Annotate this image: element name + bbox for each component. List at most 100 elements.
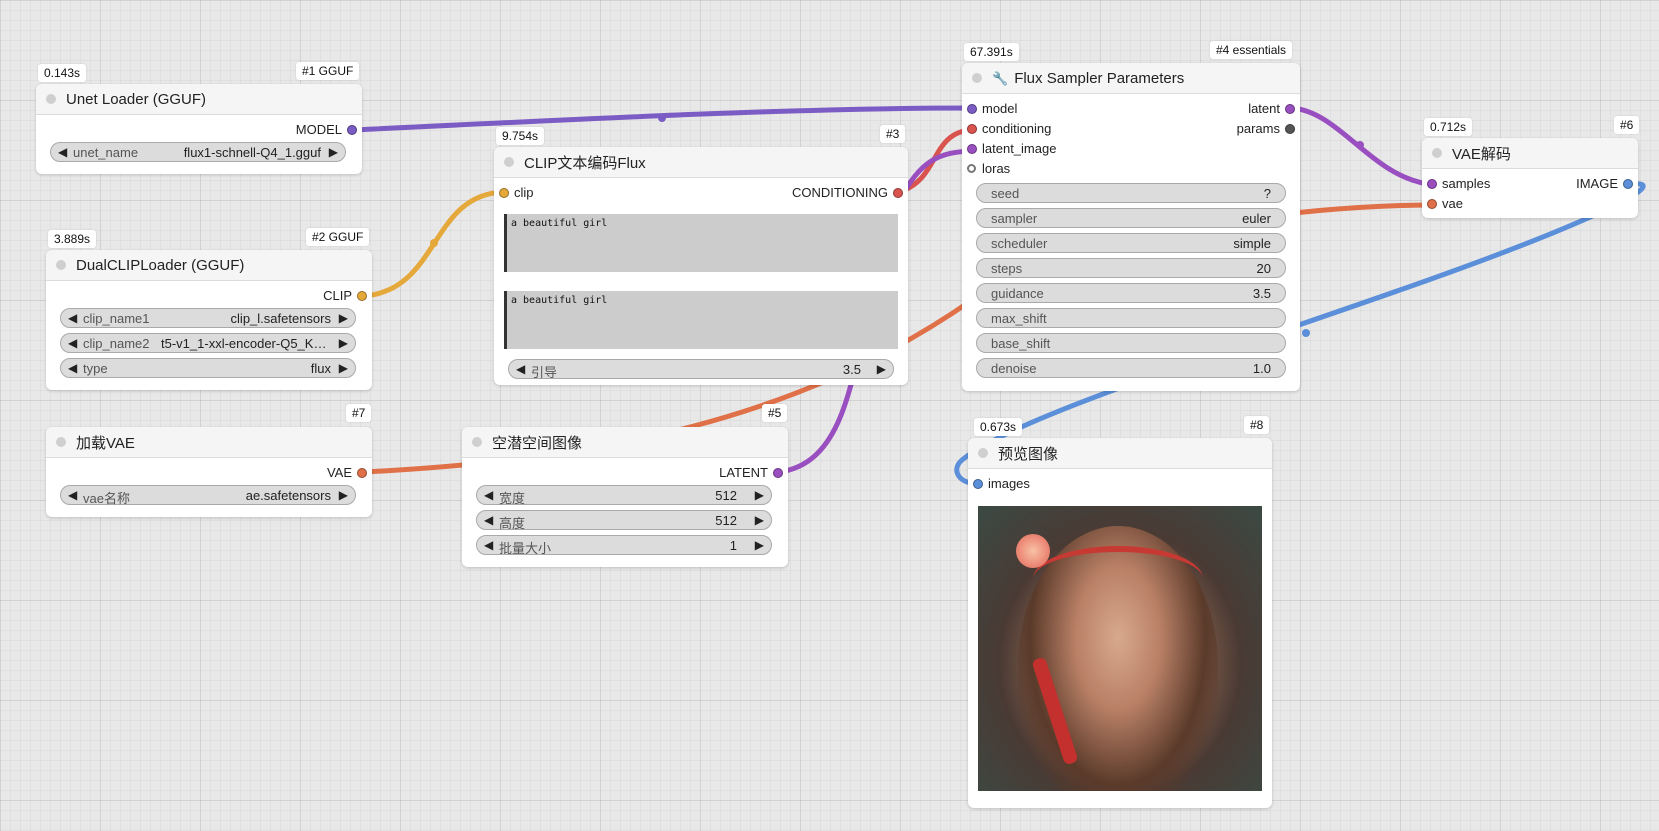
widget-label: type [83, 361, 108, 376]
decrement-arrow-icon[interactable]: ◀ [68, 336, 77, 350]
node-title: 加载VAE [76, 434, 135, 452]
widget-clip-name2[interactable]: ◀ clip_name2 t5-v1_1-xxl-encoder-Q5_K_..… [60, 333, 356, 353]
slot-row-vae[interactable]: vae [1422, 193, 1638, 213]
node-vae-loader[interactable]: 加载VAE VAE ◀ vae名称 ae.safetensors ▶ [46, 427, 372, 517]
generated-image-preview[interactable] [978, 506, 1262, 791]
output-slot-clip[interactable]: CLIP [46, 285, 372, 305]
widget-label: scheduler [991, 236, 1048, 251]
node-dualclip-time-badge: 3.889s [48, 230, 97, 248]
output-connector-clip[interactable] [357, 291, 367, 301]
output-slot-latent[interactable]: LATENT [462, 462, 788, 482]
widget-guidance[interactable]: guidance 3.5 [976, 283, 1286, 303]
widget-clip-name1[interactable]: ◀ clip_name1 clip_l.safetensors ▶ [60, 308, 356, 328]
slot-row-samples-image[interactable]: samples IMAGE [1422, 173, 1638, 193]
increment-arrow-icon[interactable]: ▶ [755, 513, 764, 527]
widget-guidance[interactable]: ◀ 引导 3.5 ▶ [508, 359, 894, 380]
slot-row-clip[interactable]: clip CONDITIONING [494, 182, 908, 202]
prompt-textarea-clip-l[interactable]: a beautiful girl [504, 214, 898, 272]
portrait-flower [1016, 534, 1050, 568]
widget-seed[interactable]: seed ? [976, 183, 1286, 203]
decrement-arrow-icon[interactable]: ◀ [68, 488, 77, 502]
node-title: 🔧 Flux Sampler Parameters [992, 70, 1184, 87]
increment-arrow-icon[interactable]: ▶ [339, 361, 348, 375]
increment-arrow-icon[interactable]: ▶ [339, 336, 348, 350]
output-slot-model[interactable]: MODEL [36, 119, 362, 139]
widget-steps[interactable]: steps 20 [976, 258, 1286, 278]
slot-row-model-latent[interactable]: model latent [962, 98, 1300, 118]
widget-value: 512 [715, 513, 737, 528]
widget-max-shift[interactable]: max_shift [976, 308, 1286, 328]
decrement-arrow-icon[interactable]: ◀ [58, 145, 67, 159]
node-header[interactable]: Unet Loader (GGUF) [36, 84, 362, 115]
increment-arrow-icon[interactable]: ▶ [329, 145, 338, 159]
input-connector-vae[interactable] [1427, 199, 1437, 209]
output-connector-params[interactable] [1285, 124, 1295, 134]
output-connector-image[interactable] [1623, 179, 1633, 189]
input-connector-latent-image[interactable] [967, 144, 977, 154]
output-slot-vae[interactable]: VAE [46, 462, 372, 482]
widget-scheduler[interactable]: scheduler simple [976, 233, 1286, 253]
slot-row-images[interactable]: images [968, 473, 1272, 493]
widget-label: sampler [991, 211, 1038, 226]
output-connector-latent[interactable] [1285, 104, 1295, 114]
widget-label: guidance [991, 286, 1044, 301]
input-connector-clip[interactable] [499, 188, 509, 198]
increment-arrow-icon[interactable]: ▶ [339, 311, 348, 325]
output-label: MODEL [295, 122, 342, 137]
prompt-textarea-t5xxl[interactable]: a beautiful girl [504, 291, 898, 349]
output-connector-conditioning[interactable] [893, 188, 903, 198]
widget-value: euler [1242, 211, 1271, 226]
decrement-arrow-icon[interactable]: ◀ [68, 311, 77, 325]
increment-arrow-icon[interactable]: ▶ [755, 538, 764, 552]
widget-height[interactable]: ◀ 高度 512 ▶ [476, 510, 772, 531]
node-sampler-time-badge: 67.391s [964, 43, 1019, 61]
increment-arrow-icon[interactable]: ▶ [755, 488, 764, 502]
widget-denoise[interactable]: denoise 1.0 [976, 358, 1286, 378]
wrench-icon: 🔧 [992, 70, 1009, 86]
decrement-arrow-icon[interactable]: ◀ [484, 513, 493, 527]
input-connector-conditioning[interactable] [967, 124, 977, 134]
decrement-arrow-icon[interactable]: ◀ [68, 361, 77, 375]
decrement-arrow-icon[interactable]: ◀ [516, 362, 525, 376]
input-label: images [988, 476, 1030, 491]
node-header[interactable]: 加载VAE [46, 427, 372, 458]
node-header[interactable]: VAE解码 [1422, 138, 1638, 169]
widget-width[interactable]: ◀ 宽度 512 ▶ [476, 485, 772, 506]
node-header[interactable]: DualCLIPLoader (GGUF) [46, 250, 372, 281]
output-connector-latent[interactable] [773, 468, 783, 478]
node-unet-loader[interactable]: Unet Loader (GGUF) MODEL ◀ unet_name flu… [36, 84, 362, 174]
node-vaedecode-id-badge: #6 [1614, 116, 1640, 134]
node-preview-image[interactable]: 预览图像 images [968, 438, 1272, 808]
decrement-arrow-icon[interactable]: ◀ [484, 538, 493, 552]
slot-row-loras[interactable]: loras [962, 158, 1300, 178]
output-connector-vae[interactable] [357, 468, 367, 478]
widget-base-shift[interactable]: base_shift [976, 333, 1286, 353]
widget-unet-name[interactable]: ◀ unet_name flux1-schnell-Q4_1.gguf ▶ [50, 142, 346, 162]
decrement-arrow-icon[interactable]: ◀ [484, 488, 493, 502]
widget-batch-size[interactable]: ◀ 批量大小 1 ▶ [476, 535, 772, 556]
node-empty-latent-image[interactable]: 空潜空间图像 LATENT ◀ 宽度 512 ▶ ◀ 高度 512 ▶ ◀ 批量… [462, 427, 788, 567]
node-header[interactable]: CLIP文本编码Flux [494, 147, 908, 178]
node-latent-id-badge: #5 [762, 404, 788, 422]
output-connector-model[interactable] [347, 125, 357, 135]
node-header[interactable]: 空潜空间图像 [462, 427, 788, 458]
input-connector-images[interactable] [973, 479, 983, 489]
node-header[interactable]: 预览图像 [968, 438, 1272, 469]
slot-row-conditioning-params[interactable]: conditioning params [962, 118, 1300, 138]
node-flux-sampler-parameters[interactable]: 🔧 Flux Sampler Parameters model latent co… [962, 63, 1300, 391]
node-vae-decode[interactable]: VAE解码 samples IMAGE vae [1422, 138, 1638, 218]
input-connector-samples[interactable] [1427, 179, 1437, 189]
widget-vae-name[interactable]: ◀ vae名称 ae.safetensors ▶ [60, 485, 356, 506]
input-connector-loras[interactable] [967, 164, 976, 173]
increment-arrow-icon[interactable]: ▶ [877, 362, 886, 376]
input-connector-model[interactable] [967, 104, 977, 114]
increment-arrow-icon[interactable]: ▶ [339, 488, 348, 502]
node-clip-text-encode-flux[interactable]: CLIP文本编码Flux clip CONDITIONING a beautif… [494, 147, 908, 385]
widget-sampler[interactable]: sampler euler [976, 208, 1286, 228]
node-dualclip-loader[interactable]: DualCLIPLoader (GGUF) CLIP ◀ clip_name1 … [46, 250, 372, 390]
widget-type[interactable]: ◀ type flux ▶ [60, 358, 356, 378]
node-unet-time-badge: 0.143s [38, 64, 87, 82]
node-header[interactable]: 🔧 Flux Sampler Parameters [962, 63, 1300, 94]
slot-row-latent-image[interactable]: latent_image [962, 138, 1300, 158]
portrait-headband [1033, 546, 1203, 612]
